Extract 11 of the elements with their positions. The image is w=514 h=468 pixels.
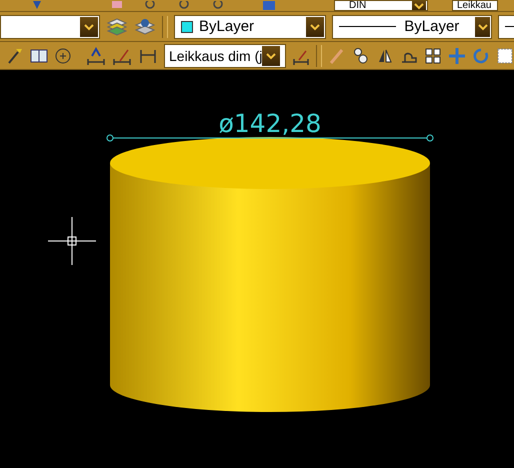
combo-value: ByLayer: [199, 18, 254, 35]
dim-style-combo[interactable]: Leikkau: [452, 0, 498, 11]
dimension-text: ø142,28: [218, 109, 322, 138]
linetype-combo[interactable]: ByLayer: [332, 14, 492, 38]
combo-value: Leikkau: [457, 0, 492, 11]
text-style-combo[interactable]: DIN: [334, 0, 428, 11]
dim-style-combo[interactable]: Leikkaus dim (j: [164, 44, 286, 68]
color-combo[interactable]: ByLayer: [174, 14, 326, 38]
combo-value: Leikkaus dim (j: [169, 48, 262, 64]
combo-value: DIN: [349, 0, 366, 11]
combo-value: ByLayer: [404, 18, 460, 35]
